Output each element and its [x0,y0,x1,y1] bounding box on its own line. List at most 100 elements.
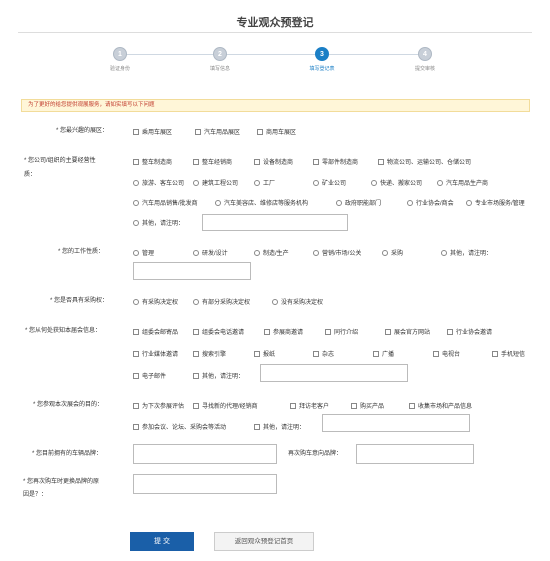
checkbox-icon[interactable] [193,328,199,335]
radio-icon[interactable] [336,199,342,206]
q3-other-input[interactable] [133,262,251,280]
q2-option[interactable]: 建筑工程公司 [193,178,238,187]
q2-option-other[interactable]: 其他，请注明： [133,218,184,227]
checkbox-icon[interactable] [257,128,263,135]
q3-option[interactable]: 营销/市场/公关 [313,248,361,257]
q2-option[interactable]: 整车制造商 [133,157,172,166]
q6-other-input[interactable] [322,414,470,432]
checkbox-icon[interactable] [193,350,199,357]
radio-icon[interactable] [313,179,319,186]
q2-option[interactable]: 汽车用品销售/批发商 [133,198,198,207]
radio-icon[interactable] [407,199,413,206]
q6-option[interactable]: 购买产品 [351,401,384,410]
back-to-home-button[interactable]: 返回观众预登记首页 [214,532,314,551]
q3-option[interactable]: 制造/生产 [254,248,289,257]
checkbox-icon[interactable] [133,128,139,135]
checkbox-icon[interactable] [133,158,139,165]
checkbox-icon[interactable] [433,350,439,357]
radio-icon[interactable] [313,249,319,256]
checkbox-icon[interactable] [264,328,270,335]
q2-option[interactable]: 汽车美容店、维修店等服务机构 [215,198,308,207]
q2-option[interactable]: 整车经销商 [193,157,232,166]
radio-icon[interactable] [254,249,260,256]
checkbox-icon[interactable] [351,402,357,409]
checkbox-icon[interactable] [254,423,260,430]
radio-icon[interactable] [441,249,447,256]
q5-option[interactable]: 手机短信 [492,349,525,358]
checkbox-icon[interactable] [373,350,379,357]
q5-option[interactable]: 杂志 [313,349,334,358]
q5-option[interactable]: 同行介绍 [325,327,358,336]
checkbox-icon[interactable] [133,423,139,430]
checkbox-icon[interactable] [313,158,319,165]
checkbox-icon[interactable] [409,402,415,409]
q2-option[interactable]: 快递、搬家公司 [371,178,422,187]
current-brand-input[interactable] [133,444,277,464]
checkbox-icon[interactable] [254,158,260,165]
checkbox-icon[interactable] [193,372,199,379]
change-reason-input[interactable] [133,474,277,494]
q5-option[interactable]: 组委会电话邀请 [193,327,244,336]
checkbox-icon[interactable] [385,328,391,335]
checkbox-icon[interactable] [193,402,199,409]
q2-option[interactable]: 矿业公司 [313,178,346,187]
q3-option[interactable]: 研发/设计 [193,248,228,257]
q5-option[interactable]: 组委会邮寄品 [133,327,178,336]
q5-option[interactable]: 参展商邀请 [264,327,303,336]
q4-option[interactable]: 有采购决定权 [133,297,178,306]
q2-option[interactable]: 物流公司、运输公司、仓储公司 [378,157,471,166]
checkbox-icon[interactable] [254,350,260,357]
submit-button[interactable]: 提 交 [130,532,194,551]
q5-option[interactable]: 电子邮件 [133,371,166,380]
radio-icon[interactable] [193,179,199,186]
checkbox-icon[interactable] [378,158,384,165]
q2-option[interactable]: 政府职能部门 [336,198,381,207]
radio-icon[interactable] [466,199,472,206]
q6-option-other[interactable]: 其他，请注明： [254,422,305,431]
q5-option[interactable]: 电视台 [433,349,460,358]
checkbox-icon[interactable] [133,372,139,379]
q4-option[interactable]: 没有采购决定权 [272,297,323,306]
q2-other-input[interactable] [202,214,348,231]
q2-option[interactable]: 汽车用品生产商 [437,178,488,187]
radio-icon[interactable] [437,179,443,186]
q2-option[interactable]: 工厂 [254,178,275,187]
checkbox-icon[interactable] [133,328,139,335]
q3-option[interactable]: 管理 [133,248,154,257]
q6-option[interactable]: 寻找新的代理/经销商 [193,401,258,410]
radio-icon[interactable] [272,298,278,305]
checkbox-icon[interactable] [193,158,199,165]
checkbox-icon[interactable] [447,328,453,335]
checkbox-icon[interactable] [133,402,139,409]
q3-option[interactable]: 采购 [382,248,403,257]
q5-option[interactable]: 搜索引擎 [193,349,226,358]
radio-icon[interactable] [133,298,139,305]
radio-icon[interactable] [193,249,199,256]
checkbox-icon[interactable] [325,328,331,335]
q1-option-2[interactable]: 汽车用品展区 [195,127,240,136]
q5-option[interactable]: 行业协会邀请 [447,327,492,336]
intended-brand-input[interactable] [356,444,474,464]
radio-icon[interactable] [133,249,139,256]
q5-option[interactable]: 广播 [373,349,394,358]
radio-icon[interactable] [193,298,199,305]
checkbox-icon[interactable] [313,350,319,357]
radio-icon[interactable] [254,179,260,186]
q1-option-3[interactable]: 商用车展区 [257,127,296,136]
q2-option[interactable]: 零部件制造商 [313,157,358,166]
q2-option[interactable]: 专业市场服务/管理 [466,198,525,207]
radio-icon[interactable] [215,199,221,206]
q2-option[interactable]: 行业协会/商会 [407,198,454,207]
q3-option-other[interactable]: 其他，请注明： [441,248,492,257]
q6-option[interactable]: 为下次参展评估 [133,401,184,410]
radio-icon[interactable] [371,179,377,186]
radio-icon[interactable] [133,219,139,226]
checkbox-icon[interactable] [492,350,498,357]
q2-option[interactable]: 旅游、客车公司 [133,178,184,187]
radio-icon[interactable] [133,199,139,206]
q2-option[interactable]: 设备制造商 [254,157,293,166]
q5-other-input[interactable] [260,364,408,382]
q5-option[interactable]: 行业媒体邀请 [133,349,178,358]
q6-option[interactable]: 拜访老客户 [290,401,329,410]
radio-icon[interactable] [133,179,139,186]
